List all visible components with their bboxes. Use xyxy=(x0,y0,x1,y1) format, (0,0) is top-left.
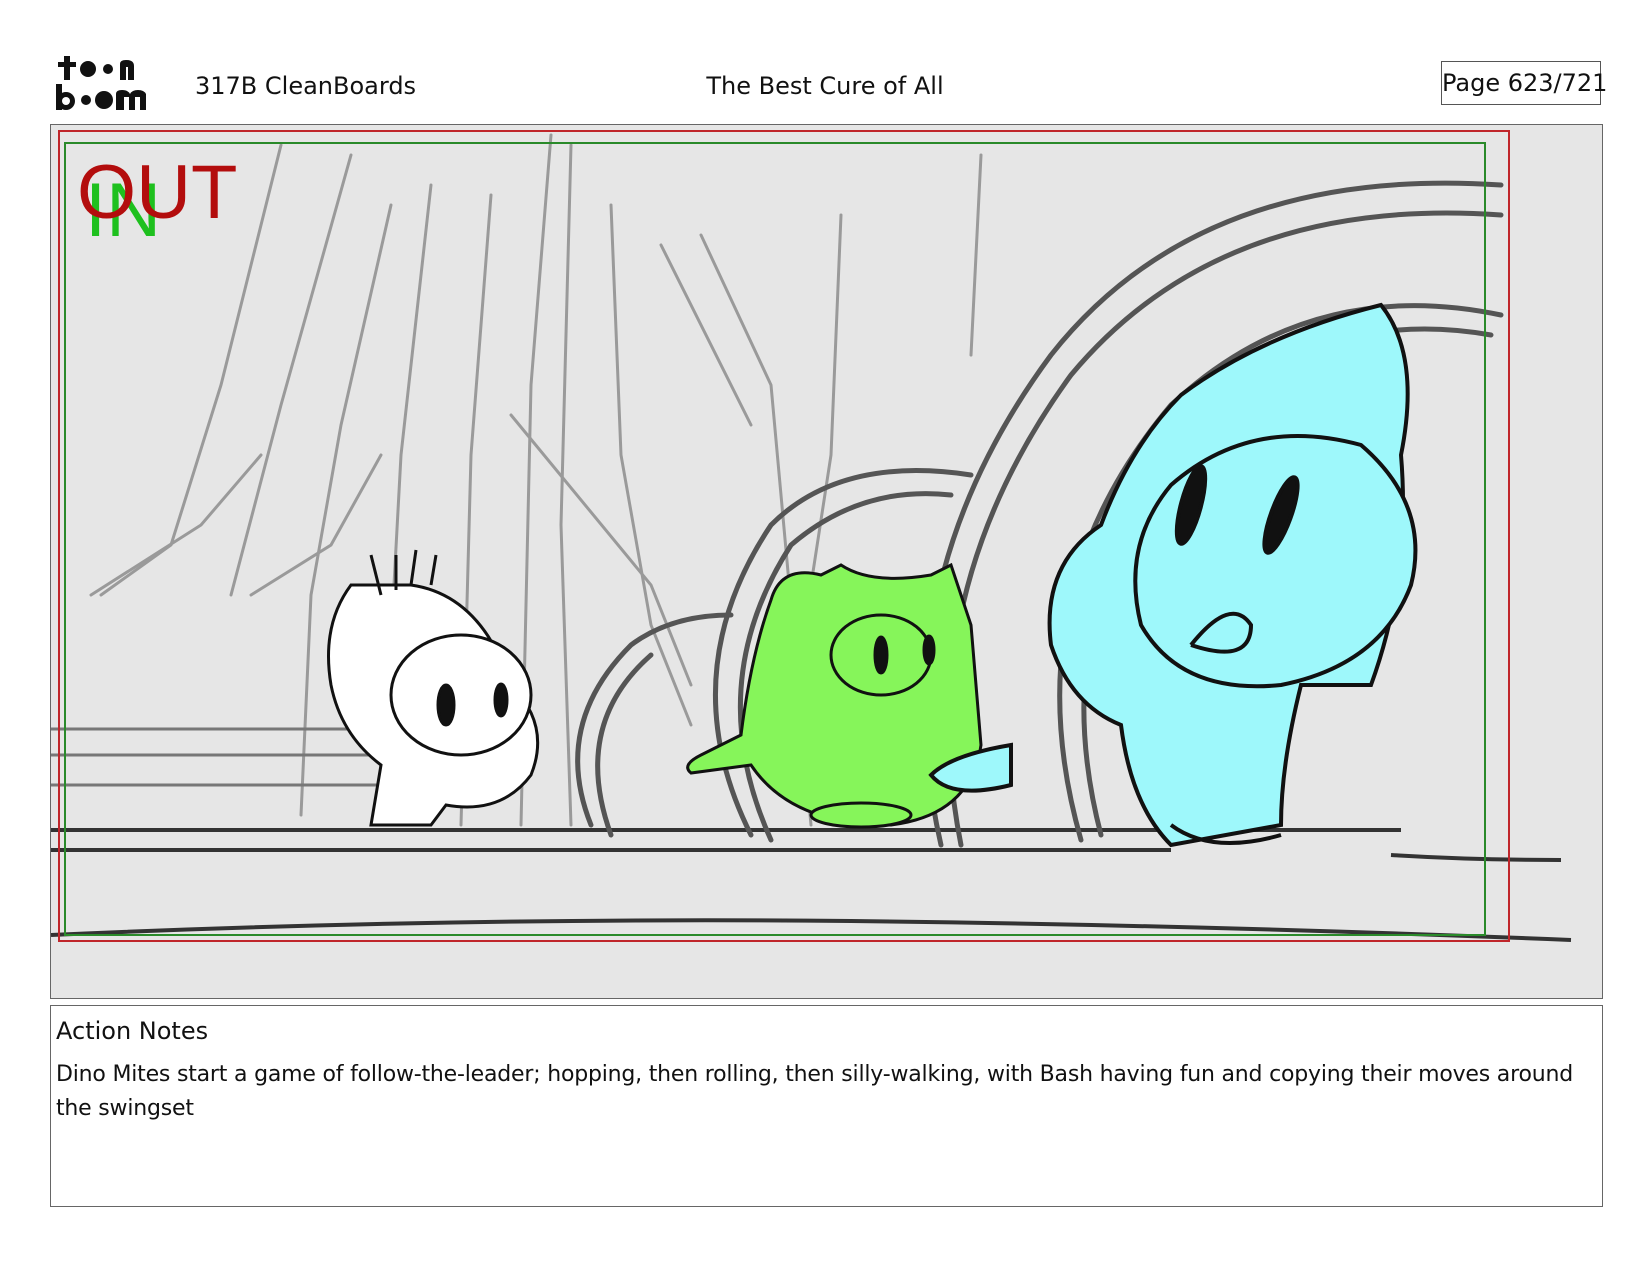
action-notes-heading: Action Notes xyxy=(56,1017,209,1045)
page-number: Page 623/721 xyxy=(1441,61,1607,105)
action-notes-text: Dino Mites start a game of follow-the-le… xyxy=(56,1062,1573,1121)
document-title: The Best Cure of All xyxy=(706,72,944,100)
panel-sketch xyxy=(51,125,1602,998)
out-label: OUT xyxy=(77,150,238,235)
storyboard-panel: IN OUT xyxy=(50,124,1603,999)
action-notes-box: Action Notes Dino Mites start a game of … xyxy=(50,1005,1603,1207)
